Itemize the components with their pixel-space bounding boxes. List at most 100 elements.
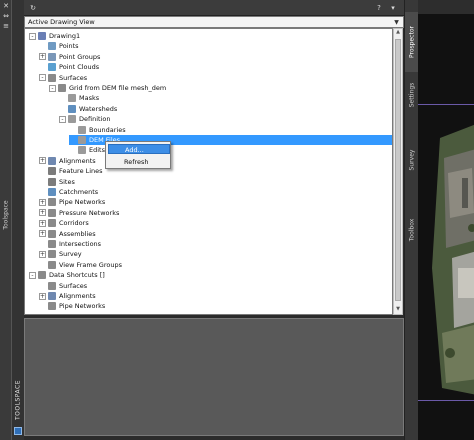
prospector-tree[interactable]: - Drawing1 Points + Point Groups Point Clouds… (24, 28, 393, 315)
tree-node-drawing[interactable]: - Drawing1 (29, 31, 80, 41)
tree-node-label: Pipe Networks (59, 302, 106, 311)
tree-node-label: Watersheds (79, 104, 118, 113)
tree-node-corridors[interactable]: + Corridors (39, 218, 89, 228)
tree-node-label: Pipe Networks (59, 198, 106, 207)
toolbar-refresh-icon[interactable]: ↻ (28, 3, 38, 13)
expand-toggle-icon[interactable]: + (39, 209, 46, 217)
tree-node-label: Intersections (59, 240, 102, 248)
tree-node-boundaries[interactable]: Boundaries (69, 125, 126, 135)
tree-node-label: Definition (79, 115, 111, 124)
intersections-icon (48, 240, 56, 248)
expand-toggle-icon[interactable]: - (49, 84, 56, 92)
expand-toggle-icon[interactable]: - (29, 271, 36, 279)
tree-node-pipenetworks[interactable]: Pipe Networks (39, 301, 105, 311)
masks-icon (68, 94, 76, 103)
sites-icon (48, 177, 56, 186)
view-select-dropdown[interactable]: Active Drawing View ▼ (24, 16, 404, 28)
close-icon[interactable]: ✕ (2, 2, 10, 10)
tree-node-points[interactable]: Points (39, 41, 79, 51)
tree-node-edits[interactable]: Edits (69, 145, 105, 155)
toolbar-dropdown-icon[interactable]: ▾ (388, 3, 398, 13)
tree-node-label: Surfaces (59, 73, 88, 82)
tree-node-viewframegroups[interactable]: View Frame Groups (39, 260, 122, 270)
tree-node-watersheds[interactable]: Watersheds (59, 104, 117, 114)
tree-node-intersections[interactable]: Intersections (39, 239, 101, 249)
viewframegroups-icon (48, 260, 56, 269)
expand-toggle-icon[interactable]: + (39, 292, 46, 300)
tree-node-featurelines[interactable]: Feature Lines (39, 166, 103, 176)
tree-node-masks[interactable]: Masks (59, 93, 99, 103)
tree-node-label: Feature Lines (59, 167, 103, 176)
context-menu: Add... Refresh (105, 141, 171, 169)
surface-icon (58, 84, 66, 92)
menu-item-refresh[interactable]: Refresh (108, 157, 170, 167)
tree-node-catchments[interactable]: Catchments (39, 187, 98, 197)
menu-item-add[interactable]: Add... (108, 144, 170, 154)
canvas-line (418, 400, 474, 401)
tab-settings[interactable]: Settings (405, 75, 419, 115)
tree-node-label: Point Groups (59, 52, 101, 61)
tree-node-datashortcuts[interactable]: - Data Shortcuts [] (29, 270, 105, 280)
view-select-value: Active Drawing View (28, 18, 95, 26)
expand-toggle-icon[interactable]: + (39, 230, 46, 238)
tab-prospector[interactable]: Prospector (405, 12, 419, 72)
expand-toggle-icon[interactable]: + (39, 219, 46, 227)
expand-toggle-icon[interactable]: + (39, 53, 46, 61)
expand-toggle-icon[interactable]: - (59, 115, 66, 123)
expand-toggle-icon[interactable]: + (39, 198, 46, 206)
scroll-up-icon[interactable]: ▲ (395, 29, 401, 37)
tree-node-label: Corridors (59, 219, 89, 228)
scrollbar-thumb[interactable] (395, 39, 401, 301)
tree-node-pointgroups[interactable]: + Point Groups (39, 52, 100, 62)
aerial-image (432, 124, 474, 395)
tree-node-label: Assemblies (59, 229, 96, 238)
definition-icon (68, 115, 76, 124)
tab-toolbox[interactable]: Toolbox (405, 205, 419, 255)
tree-node-sites[interactable]: Sites (39, 177, 75, 187)
demfiles-icon (78, 136, 86, 144)
pipenetworks-icon (48, 198, 56, 207)
tree-node-label: Point Clouds (59, 63, 100, 72)
tree-node-label: Data Shortcuts [] (49, 271, 105, 280)
alignments-icon (48, 156, 56, 165)
toolspace-tabs: Prospector Settings Survey Toolbox (404, 0, 419, 440)
canvas-top-bar (418, 0, 474, 14)
expand-toggle-icon[interactable]: + (39, 157, 46, 165)
tree-node-definition[interactable]: - Definition (59, 114, 110, 124)
tree-node-label: Alignments (59, 156, 96, 165)
tree-node-label: Points (59, 42, 79, 51)
drawing-icon (38, 32, 46, 40)
drawing-canvas[interactable] (418, 0, 474, 440)
tree-node-alignments[interactable]: + Alignments (39, 291, 96, 301)
toolspace-title-bar[interactable]: TOOLSPACE (12, 0, 24, 440)
points-icon (48, 42, 56, 51)
expand-toggle-icon[interactable]: + (39, 250, 46, 258)
help-icon[interactable]: ? (374, 3, 384, 13)
surfaces-icon (48, 281, 56, 290)
pipenetworks-icon (48, 302, 56, 311)
properties-icon[interactable]: ≡ (2, 22, 10, 30)
tree-node-survey[interactable]: + Survey (39, 249, 82, 259)
tree-node-surfaces[interactable]: Surfaces (39, 281, 87, 291)
tree-node-pressurenetworks[interactable]: + Pressure Networks (39, 208, 119, 218)
tree-node-pipenetworks[interactable]: + Pipe Networks (39, 197, 105, 207)
tree-node-alignments[interactable]: + Alignments (39, 156, 96, 166)
tree-node-assemblies[interactable]: + Assemblies (39, 229, 96, 239)
tab-survey[interactable]: Survey (405, 140, 419, 180)
tree-node-pointclouds[interactable]: Point Clouds (39, 62, 99, 72)
tree-node-surfaces[interactable]: - Surfaces (39, 73, 87, 83)
tree-node-label: Masks (79, 94, 100, 103)
chevron-down-icon[interactable]: ▼ (392, 18, 401, 27)
tree-node-surface[interactable]: - Grid from DEM file mesh_dem (49, 83, 166, 93)
tree-node-label: Surfaces (59, 281, 88, 290)
scroll-down-icon[interactable]: ▼ (395, 306, 401, 314)
auto-hide-icon[interactable]: ⇔ (2, 12, 10, 20)
expand-toggle-icon[interactable]: - (29, 32, 36, 40)
tree-vertical-scrollbar[interactable]: ▲ ▼ (393, 28, 403, 315)
expand-toggle-icon[interactable]: - (39, 74, 46, 82)
assemblies-icon (48, 229, 56, 238)
